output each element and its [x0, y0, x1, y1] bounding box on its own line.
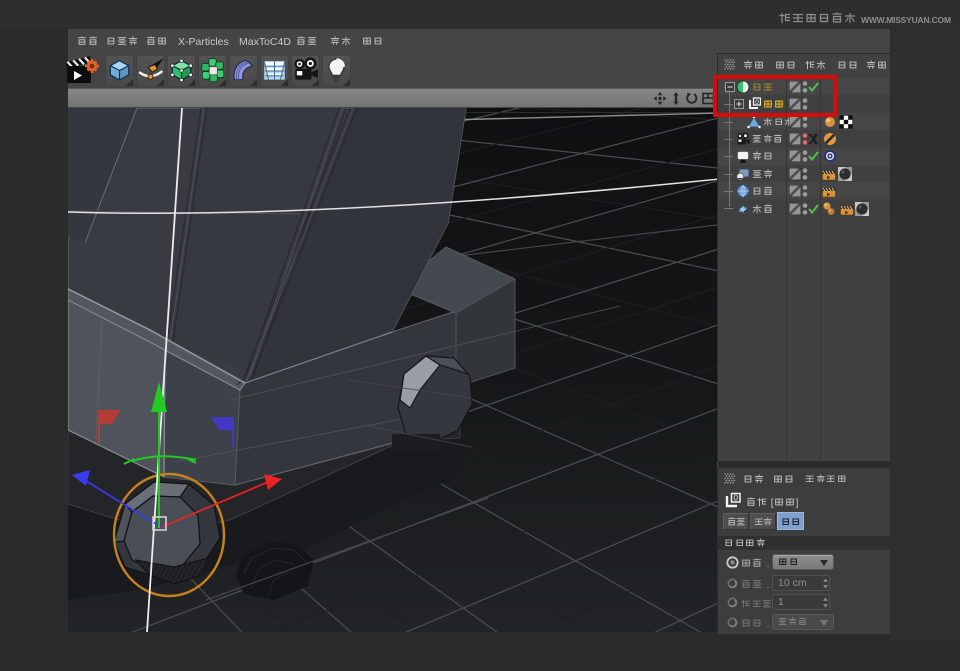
svg-text:0: 0: [733, 494, 738, 503]
